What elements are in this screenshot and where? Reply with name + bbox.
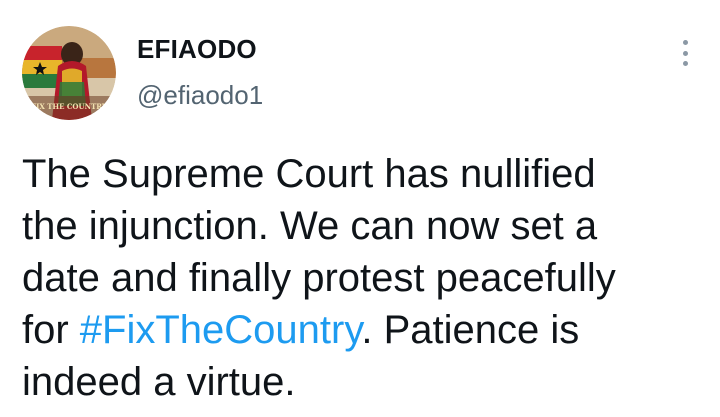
avatar[interactable]: FIX THE COUNTRY xyxy=(22,26,116,120)
more-vertical-icon xyxy=(682,40,688,45)
more-options-button[interactable] xyxy=(672,36,698,70)
author-display-name[interactable]: EFIAODO xyxy=(137,34,257,65)
more-vertical-icon-dot-2 xyxy=(682,50,688,56)
tweet-text: The Supreme Court has nullified the inju… xyxy=(22,148,712,408)
tweet-card: FIX THE COUNTRY EFIAODO @efiaodo1 The Su… xyxy=(0,0,720,417)
avatar-image: FIX THE COUNTRY xyxy=(22,26,116,120)
more-vertical-icon-dot-3 xyxy=(682,61,688,66)
svg-text:FIX THE COUNTRY: FIX THE COUNTRY xyxy=(31,102,108,111)
author-handle[interactable]: @efiaodo1 xyxy=(137,80,263,111)
hashtag-link[interactable]: #FixTheCountry xyxy=(80,308,362,352)
